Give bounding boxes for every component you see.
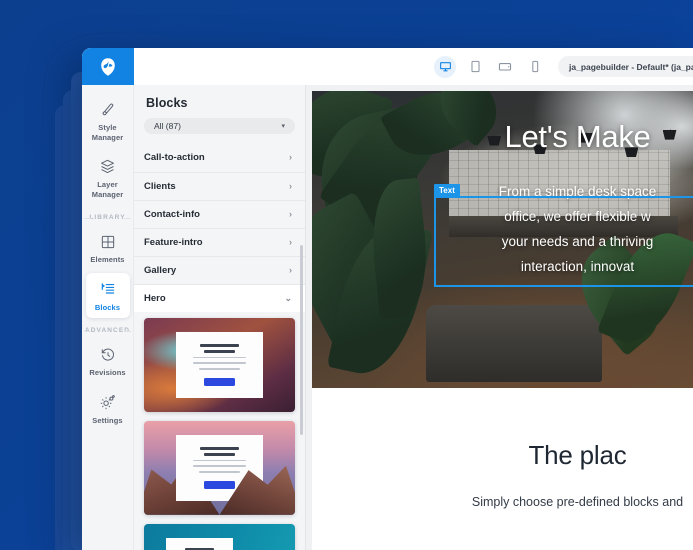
document-name-field[interactable]: ja_pagebuilder - Default* (ja_pagebuil — [558, 56, 693, 77]
sidebar-item-settings[interactable]: Settings — [86, 386, 130, 432]
sidebar-item-layer-manager[interactable]: Layer Manager — [86, 150, 130, 205]
preview-page: Let's Make From a simple desk space offi… — [312, 91, 693, 550]
blocks-filter-select[interactable]: All (87) ▾ — [144, 118, 295, 134]
section-subheading: Simply choose pre-defined blocks and — [471, 495, 684, 509]
thumbnail-text-bar — [192, 362, 247, 365]
panel-scrollbar[interactable] — [300, 245, 303, 435]
section-heading: The plac — [528, 440, 627, 470]
sidebar-item-style-manager[interactable]: Style Manager — [86, 93, 130, 148]
thumbnail-text-bar — [198, 471, 241, 473]
sidebar-item-label: Settings — [92, 415, 123, 425]
hero-text-content: Let's Make From a simple desk space offi… — [312, 119, 693, 279]
block-thumbnail-hero-mountain[interactable] — [144, 420, 295, 515]
block-category-clients[interactable]: Clients › — [134, 171, 305, 200]
page-section-below-hero: The plac Simply choose pre-defined block… — [312, 388, 693, 509]
block-category-label: Call-to-action — [144, 152, 205, 164]
left-icon-rail: Style Manager Layer Manager LIBRARY Elem… — [82, 85, 134, 550]
device-preview-switcher — [434, 55, 546, 78]
app-window: ja_pagebuilder - Default* (ja_pagebuil S… — [82, 48, 693, 550]
rail-section-advanced: ADVANCED — [82, 327, 133, 334]
thumbnail-text-bar — [192, 465, 247, 468]
top-toolbar: ja_pagebuilder - Default* (ja_pagebuil — [82, 48, 693, 85]
device-tablet-landscape-button[interactable] — [494, 56, 516, 78]
block-thumbnail-list — [134, 311, 305, 550]
block-thumbnail-hero-canyon[interactable] — [144, 317, 295, 412]
sidebar-item-label: Elements — [90, 255, 125, 264]
thumbnail-text-bar — [198, 368, 241, 370]
sidebar-item-label: Revisions — [89, 368, 126, 377]
mobile-icon — [531, 60, 540, 73]
app-body: Style Manager Layer Manager LIBRARY Elem… — [82, 85, 693, 550]
hero-heading: Let's Make — [504, 119, 651, 154]
chevron-right-icon: › — [289, 180, 292, 191]
thumbnail-heading-bar — [204, 452, 235, 456]
block-category-contact-info[interactable]: Contact-info › — [134, 199, 305, 228]
brush-icon — [100, 100, 116, 119]
thumbnail-preview — [144, 318, 295, 412]
block-category-feature-intro[interactable]: Feature-intro › — [134, 227, 305, 256]
chevron-right-icon: › — [289, 264, 292, 275]
preview-canvas: Let's Make From a simple desk space offi… — [306, 85, 693, 550]
chevron-right-icon: › — [289, 152, 292, 163]
chevron-down-icon: ▾ — [281, 122, 285, 130]
block-category-label: Contact-info — [144, 208, 200, 220]
history-icon — [100, 345, 116, 364]
thumbnail-card — [176, 331, 263, 398]
blocks-panel: Blocks All (87) ▾ Call-to-action › Clien… — [134, 85, 306, 550]
block-category-list: Call-to-action › Clients › Contact-info … — [134, 144, 305, 312]
layers-icon — [99, 157, 116, 176]
device-tablet-portrait-button[interactable] — [464, 56, 486, 78]
sidebar-item-label: Style Manager — [91, 123, 124, 142]
tablet-portrait-icon — [470, 60, 481, 73]
chevron-right-icon: › — [289, 208, 292, 219]
sidebar-item-blocks[interactable]: Blocks — [85, 272, 130, 318]
sidebar-item-label: Layer Manager — [91, 180, 124, 199]
thumbnail-preview — [144, 421, 295, 515]
thumbnail-card — [176, 434, 263, 501]
thumbnail-preview — [144, 524, 295, 550]
grid-icon — [100, 232, 116, 251]
thumbnail-text-bar — [192, 356, 247, 359]
sidebar-item-elements[interactable]: Elements — [86, 225, 130, 271]
rail-section-library: LIBRARY — [82, 214, 133, 221]
thumbnail-button-bar — [203, 377, 236, 386]
desktop-icon — [439, 60, 452, 73]
device-desktop-button[interactable] — [434, 55, 456, 78]
tablet-landscape-icon — [498, 61, 512, 72]
thumbnail-heading-bar — [199, 343, 240, 347]
block-thumbnail-hero-teal[interactable] — [144, 523, 295, 550]
app-logo[interactable] — [82, 48, 134, 85]
block-category-label: Feature-intro — [144, 236, 203, 248]
hero-bg-sofa — [426, 304, 602, 383]
thumbnail-button-bar — [203, 480, 236, 489]
gear-icon — [99, 393, 116, 412]
sidebar-item-revisions[interactable]: Revisions — [86, 338, 130, 384]
block-category-label: Hero — [144, 292, 166, 304]
block-category-call-to-action[interactable]: Call-to-action › — [134, 144, 305, 172]
thumbnail-heading-bar — [204, 349, 235, 353]
hero-section[interactable]: Let's Make From a simple desk space offi… — [312, 91, 693, 388]
blocks-filter-value: All (87) — [154, 120, 181, 131]
block-category-hero[interactable]: Hero ⌄ — [134, 283, 305, 312]
sidebar-item-label: Blocks — [94, 302, 121, 312]
panel-title: Blocks — [146, 96, 188, 110]
blocks-icon — [100, 280, 116, 299]
device-mobile-button[interactable] — [524, 56, 546, 78]
thumbnail-heading-bar — [199, 446, 240, 450]
block-category-label: Gallery — [144, 264, 177, 276]
thumbnail-text-bar — [192, 459, 247, 462]
hero-paragraph: From a simple desk space office, we offe… — [498, 184, 657, 274]
block-category-label: Clients — [144, 180, 176, 192]
block-category-gallery[interactable]: Gallery › — [134, 255, 305, 284]
chevron-down-icon: ⌄ — [284, 292, 292, 303]
leaf-shield-logo-icon — [97, 56, 119, 78]
thumbnail-card — [166, 537, 234, 550]
chevron-right-icon: › — [289, 236, 292, 247]
